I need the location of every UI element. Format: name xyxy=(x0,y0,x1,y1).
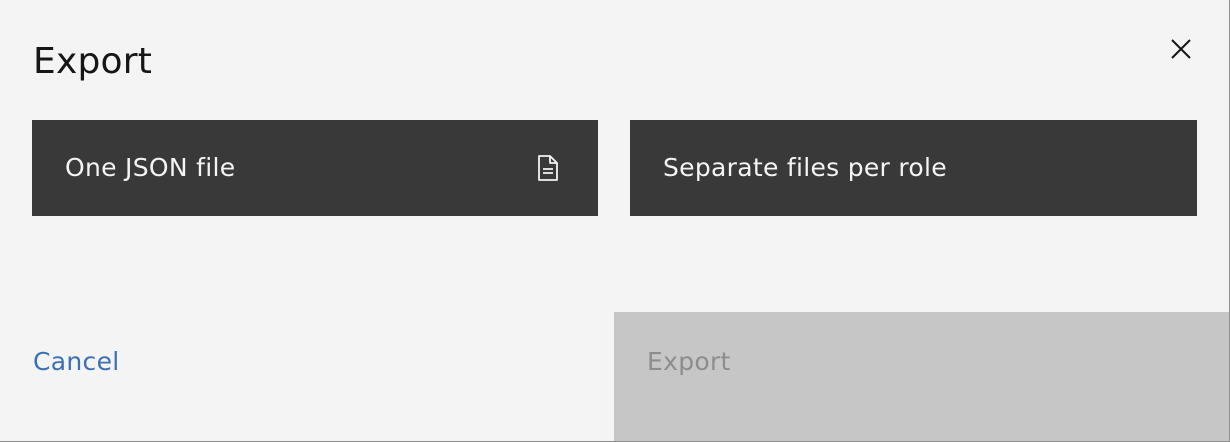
option-one-json-file[interactable]: One JSON file xyxy=(32,120,598,216)
cancel-label: Cancel xyxy=(33,347,120,376)
modal-title: Export xyxy=(33,41,153,82)
option-label: Separate files per role xyxy=(663,153,947,182)
export-label: Export xyxy=(647,347,731,376)
close-icon xyxy=(1171,39,1191,59)
document-icon xyxy=(538,155,558,181)
cancel-button[interactable]: Cancel xyxy=(0,312,614,441)
option-label: One JSON file xyxy=(65,153,236,182)
option-separate-files[interactable]: Separate files per role xyxy=(630,120,1197,216)
export-button[interactable]: Export xyxy=(614,312,1229,441)
modal-footer: Cancel Export xyxy=(0,312,1229,441)
close-button[interactable] xyxy=(1162,30,1200,68)
export-modal: Export One JSON file Separate files per … xyxy=(0,0,1230,442)
